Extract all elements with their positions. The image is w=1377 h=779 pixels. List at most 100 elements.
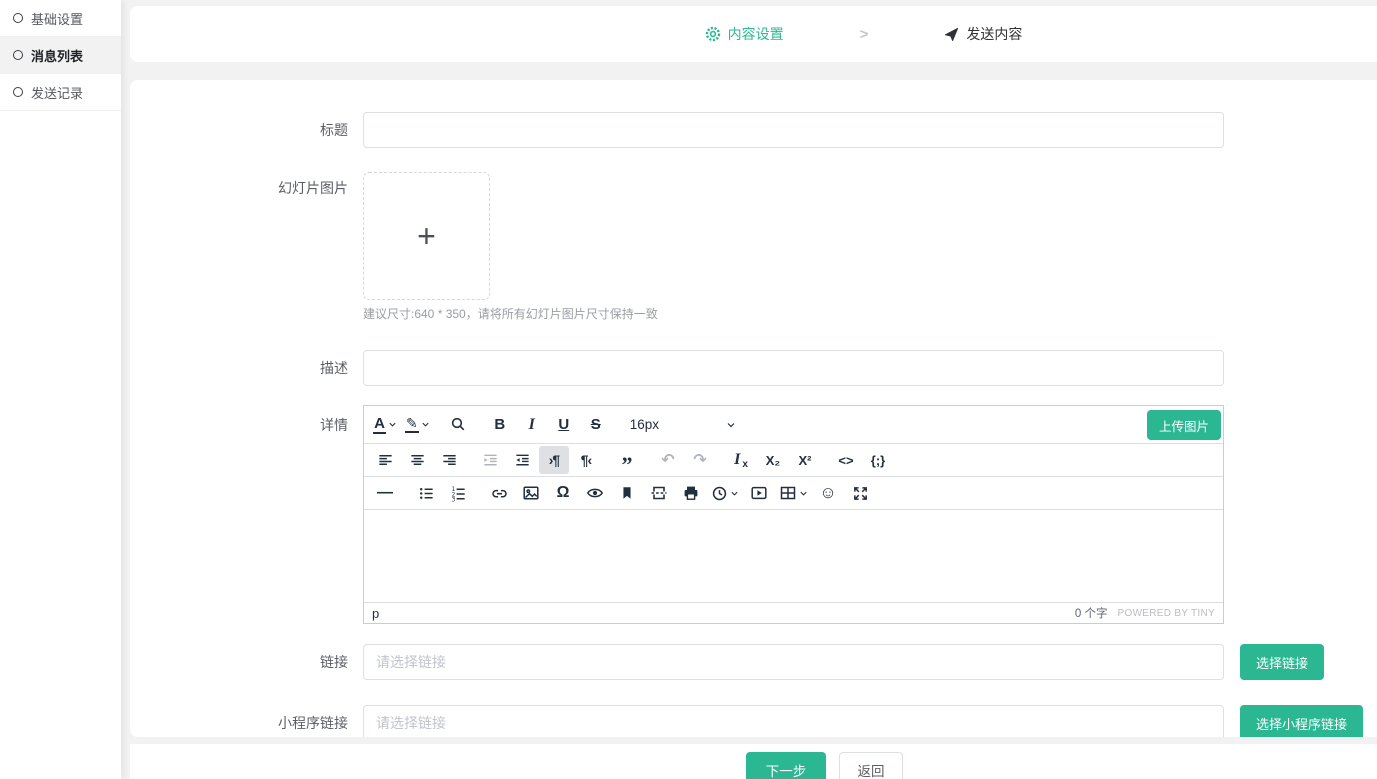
link-icon: [491, 485, 508, 502]
description-input[interactable]: [363, 350, 1224, 386]
rtl-button[interactable]: ¶‹: [571, 446, 601, 474]
miniprogram-row: 小程序链接 选择小程序链接: [130, 705, 1377, 737]
plus-icon: +: [417, 220, 436, 252]
font-size-value: 16px: [630, 417, 659, 432]
upload-image-button[interactable]: 上传图片: [1147, 410, 1221, 440]
insert-media-button[interactable]: [744, 479, 774, 507]
link-label: 链接: [130, 644, 363, 680]
code-sample-button[interactable]: {;}: [863, 446, 893, 474]
sidebar-item-basic-settings[interactable]: 基础设置: [0, 0, 121, 37]
font-size-select[interactable]: 16px: [622, 411, 744, 439]
pagebreak-icon: [650, 484, 668, 502]
anchor-button[interactable]: [612, 479, 642, 507]
redo-button[interactable]: ↷: [685, 446, 715, 474]
rtl-icon: ¶‹: [581, 452, 591, 468]
step-content-settings: 内容设置: [705, 24, 784, 44]
numbered-list-button[interactable]: 123: [443, 479, 473, 507]
fullscreen-icon: [852, 485, 869, 502]
italic-icon: I: [529, 417, 535, 433]
table-icon: [779, 484, 797, 502]
chevron-down-icon: [799, 489, 808, 498]
strikethrough-icon: S: [591, 417, 601, 432]
blockquote-button[interactable]: ”: [612, 446, 642, 474]
title-input[interactable]: [363, 112, 1224, 148]
align-left-button[interactable]: [370, 446, 400, 474]
paper-plane-icon: [944, 27, 959, 42]
sidebar-item-message-list[interactable]: 消息列表: [0, 37, 121, 74]
circle-radio-icon: [13, 13, 23, 23]
subscript-button[interactable]: X₂: [758, 446, 788, 474]
sidebar-item-send-records[interactable]: 发送记录: [0, 74, 121, 111]
bullet-list-button[interactable]: [411, 479, 441, 507]
insert-link-button[interactable]: [484, 479, 514, 507]
underline-icon: U: [558, 417, 569, 432]
special-char-button[interactable]: Ω: [548, 479, 578, 507]
search-replace-button[interactable]: [444, 411, 474, 439]
text-color-button[interactable]: A: [370, 411, 400, 439]
footer-bar: 下一步 返回: [130, 744, 1377, 779]
chevron-down-icon: [388, 420, 397, 429]
superscript-button[interactable]: X²: [790, 446, 820, 474]
ltr-icon: ›¶: [549, 452, 559, 468]
page-break-button[interactable]: [644, 479, 674, 507]
detail-label: 详情: [130, 405, 363, 435]
align-right-icon: [441, 452, 458, 469]
horizontal-rule-button[interactable]: —: [370, 479, 400, 507]
align-center-button[interactable]: [402, 446, 432, 474]
title-row: 标题: [130, 112, 1377, 148]
upload-size-hint: 建议尺寸:640 * 350，请将所有幻灯片图片尺寸保持一致: [363, 305, 1224, 322]
italic-button[interactable]: I: [517, 411, 547, 439]
code-button[interactable]: <>: [831, 446, 861, 474]
preview-button[interactable]: [580, 479, 610, 507]
back-button[interactable]: 返回: [839, 752, 903, 779]
chevron-down-icon: [730, 489, 739, 498]
link-input[interactable]: [363, 644, 1224, 680]
print-button[interactable]: [676, 479, 706, 507]
undo-button[interactable]: ↶: [653, 446, 683, 474]
bullet-list-icon: [418, 485, 435, 502]
chevron-down-icon: [421, 420, 430, 429]
strikethrough-button[interactable]: S: [581, 411, 611, 439]
outdent-button[interactable]: [475, 446, 505, 474]
clear-formatting-button[interactable]: Ix: [726, 446, 756, 474]
ltr-button[interactable]: ›¶: [539, 446, 569, 474]
code-sample-icon: {;}: [871, 454, 885, 467]
media-icon: [750, 484, 768, 502]
image-upload-box[interactable]: +: [363, 172, 490, 300]
choose-link-button[interactable]: 选择链接: [1240, 644, 1324, 680]
background-color-icon: ✎: [405, 416, 419, 433]
emoticon-icon: ☺: [819, 483, 836, 503]
step-send-content: 发送内容: [944, 24, 1022, 44]
gear-icon: [705, 26, 721, 42]
detail-row: 详情 A ✎: [130, 405, 1377, 624]
omega-icon: Ω: [557, 484, 570, 502]
element-path[interactable]: p: [372, 606, 379, 621]
choose-miniprogram-link-button[interactable]: 选择小程序链接: [1240, 705, 1363, 737]
bookmark-icon: [619, 485, 635, 501]
clear-formatting-sub: x: [742, 459, 748, 470]
insert-image-button[interactable]: [516, 479, 546, 507]
tiny-branding[interactable]: POWERED BY TINY: [1118, 608, 1215, 619]
numbered-list-icon: 123: [450, 485, 467, 502]
horizontal-rule-icon: —: [377, 484, 393, 502]
circle-radio-icon: [13, 87, 23, 97]
align-right-button[interactable]: [434, 446, 464, 474]
editor-toolbar-row1: A ✎ B: [364, 406, 1223, 444]
step-label: 发送内容: [966, 24, 1022, 44]
step-label: 内容设置: [728, 24, 784, 44]
chevron-down-icon: [726, 420, 736, 430]
step-separator: >: [860, 26, 869, 43]
next-step-button[interactable]: 下一步: [746, 752, 826, 779]
background-color-button[interactable]: ✎: [402, 411, 433, 439]
insert-datetime-button[interactable]: [708, 479, 742, 507]
fullscreen-button[interactable]: [845, 479, 875, 507]
miniprogram-link-input[interactable]: [363, 705, 1224, 737]
underline-button[interactable]: U: [549, 411, 579, 439]
editor-content-area[interactable]: [364, 510, 1223, 602]
indent-button[interactable]: [507, 446, 537, 474]
stepper-card: 内容设置 > 发送内容: [130, 6, 1377, 62]
insert-table-button[interactable]: [776, 479, 811, 507]
editor-toolbar-row3: — 123: [364, 477, 1223, 510]
bold-button[interactable]: B: [485, 411, 515, 439]
emoticons-button[interactable]: ☺: [813, 479, 843, 507]
